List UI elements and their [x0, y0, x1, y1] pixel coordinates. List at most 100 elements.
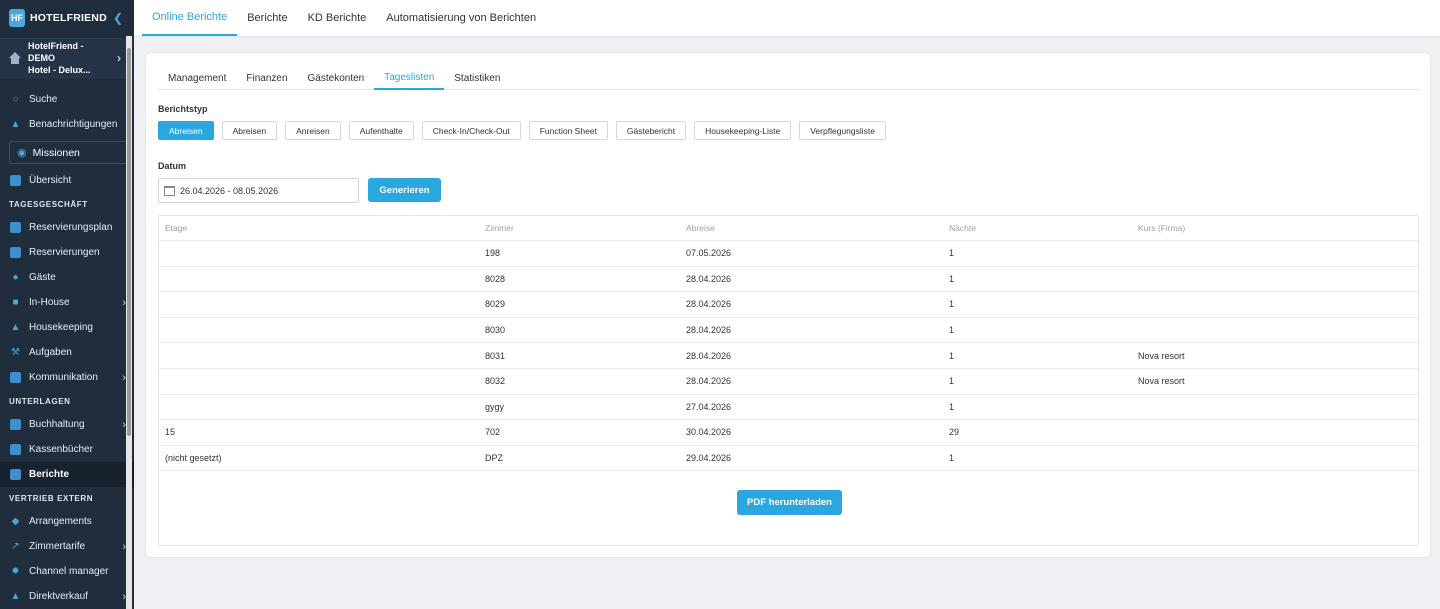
sidebar-item-label: Benachrichtigungen [29, 119, 118, 130]
cell-kurs: Nova resort [1138, 376, 1185, 387]
cell-kurs: Nova resort [1138, 350, 1185, 361]
book-icon [10, 444, 21, 455]
cell-abreise: 28.04.2026 [686, 325, 732, 336]
sidebar-item-in-house[interactable]: ■ In-House › [0, 290, 134, 315]
cell-abreise: 28.04.2026 [686, 273, 732, 284]
cell-abreise: 27.04.2026 [686, 401, 732, 412]
subtab-statistiken[interactable]: Statistiken [444, 67, 510, 90]
report-type-button[interactable]: Abreisen [221, 121, 278, 140]
cell-zimmer: 8028 [485, 273, 506, 284]
sidebar-item-buchhaltung[interactable]: Buchhaltung › [0, 412, 134, 437]
sidebar-item-notifications[interactable]: ▲ Benachrichtigungen [0, 112, 134, 137]
clipboard-icon [10, 469, 21, 480]
subtab-gaestekonten[interactable]: Gästekonten [298, 67, 375, 90]
column-header-etage[interactable]: Etage [165, 216, 187, 240]
missions-button[interactable]: ◉ Missionen [9, 141, 128, 164]
cell-etage: 15 [165, 427, 176, 438]
sidebar-item-label: Direktverkauf [29, 591, 88, 602]
cell-zimmer: 8032 [485, 376, 506, 387]
cell-zimmer: 8029 [485, 299, 506, 310]
sidebar-item-zimmertarife[interactable]: ↗ Zimmertarife › [0, 534, 134, 559]
cell-naechte: 29 [949, 427, 960, 438]
date-label: Datum [158, 161, 187, 171]
cell-naechte: 1 [949, 325, 955, 336]
report-type-label: Berichtstyp [158, 104, 208, 114]
table-row: (nicht gesetzt) DPZ 29.04.2026 1 [159, 446, 1418, 472]
sidebar-item-direktverkauf[interactable]: ▲ Direktverkauf › [0, 584, 134, 609]
sidebar: HF HOTELFRIEND ❮ HotelFriend - DEMO Hote… [0, 0, 134, 609]
broom-icon: ▲ [10, 322, 21, 333]
table-row: 8029 28.04.2026 1 [159, 292, 1418, 318]
section-title-unterlagen: UNTERLAGEN [9, 396, 71, 406]
report-card: Management Finanzen Gästekonten Tageslis… [145, 52, 1431, 558]
subtab-finanzen[interactable]: Finanzen [236, 67, 297, 90]
sidebar-item-label: Kassenbücher [29, 444, 93, 455]
sidebar-item-kassenbuecher[interactable]: Kassenbücher [0, 437, 134, 462]
sidebar-item-kommunikation[interactable]: Kommunikation › [0, 365, 134, 390]
calendar-grid-icon [10, 222, 21, 233]
date-range-input[interactable]: 26.04.2026 - 08.05.2026 [158, 178, 359, 203]
tab-automatisierung[interactable]: Automatisierung von Berichten [376, 0, 546, 36]
document-icon [10, 247, 21, 258]
cell-zimmer: 8030 [485, 325, 506, 336]
hotel-selector[interactable]: HotelFriend - DEMO Hotel - Delux... › [0, 38, 134, 78]
cell-naechte: 1 [949, 350, 955, 361]
cell-zimmer: 702 [485, 427, 501, 438]
pdf-download-button[interactable]: PDF herunterladen [737, 490, 842, 515]
suitcase-icon: ■ [12, 297, 19, 308]
report-type-button[interactable]: Check-In/Check-Out [421, 121, 521, 140]
report-type-button[interactable]: Housekeeping-Liste [694, 121, 792, 140]
chat-icon [10, 372, 21, 383]
column-header-kurs[interactable]: Kurs (Firma) [1138, 216, 1185, 240]
column-header-abreise[interactable]: Abreise [686, 216, 715, 240]
sidebar-item-reservierungsplan[interactable]: Reservierungsplan [0, 215, 134, 240]
cell-abreise: 29.04.2026 [686, 453, 732, 464]
tab-online-berichte[interactable]: Online Berichte [142, 0, 238, 36]
report-type-button[interactable]: Function Sheet [528, 121, 608, 140]
tab-kd-berichte[interactable]: KD Berichte [298, 0, 377, 36]
hotel-name-line2: Hotel - Delux... [28, 65, 91, 75]
table-row: 8028 28.04.2026 1 [159, 267, 1418, 293]
search-icon: ○ [12, 94, 19, 105]
cell-naechte: 1 [949, 401, 955, 412]
tab-berichte[interactable]: Berichte [237, 0, 297, 36]
sidebar-item-housekeeping[interactable]: ▲ Housekeeping [0, 315, 134, 340]
sidebar-item-arrangements[interactable]: ◆ Arrangements [0, 509, 134, 534]
mission-icon: ◉ [17, 147, 27, 159]
sidebar-item-gaeste[interactable]: ● Gäste [0, 265, 134, 290]
sidebar-item-channel-manager[interactable]: ✹ Channel manager [0, 559, 134, 584]
generate-button[interactable]: Generieren [368, 178, 441, 202]
column-header-zimmer[interactable]: Zimmer [485, 216, 514, 240]
dashboard-icon [10, 175, 21, 186]
calendar-icon [164, 185, 175, 196]
date-range-value: 26.04.2026 - 08.05.2026 [180, 185, 279, 196]
sidebar-scrollbar-thumb[interactable] [127, 48, 131, 436]
sidebar-item-label: Buchhaltung [29, 419, 85, 430]
sidebar-item-reservierungen[interactable]: Reservierungen [0, 240, 134, 265]
bell-icon: ▲ [10, 119, 21, 130]
report-type-button[interactable]: Aufenthalte [348, 121, 414, 140]
sidebar-item-label: Housekeeping [29, 322, 93, 333]
subtab-management[interactable]: Management [158, 67, 236, 90]
subtab-tageslisten[interactable]: Tageslisten [374, 67, 445, 90]
report-type-button[interactable]: Anreisen [285, 121, 341, 140]
sidebar-item-label: Reservierungsplan [29, 222, 113, 233]
report-type-buttons: Abreisen Abreisen Anreisen Aufenthalte C… [158, 121, 886, 140]
sidebar-item-aufgaben[interactable]: ⚒ Aufgaben [0, 340, 134, 365]
column-header-naechte[interactable]: Nächte [949, 216, 976, 240]
top-tabs: Online Berichte Berichte KD Berichte Aut… [134, 0, 1440, 37]
sidebar-item-overview[interactable]: Übersicht [0, 168, 134, 193]
report-type-button[interactable]: Gästebericht [615, 121, 687, 140]
sidebar-item-label: Aufgaben [29, 347, 72, 358]
report-type-button[interactable]: Abreisen [158, 121, 214, 140]
trophy-icon: ▲ [10, 591, 21, 602]
chevron-left-icon[interactable]: ❮ [113, 11, 123, 25]
sidebar-item-berichte[interactable]: Berichte [0, 462, 134, 487]
sidebar-item-label: Gäste [29, 272, 56, 283]
cell-abreise: 07.05.2026 [686, 248, 732, 259]
report-type-button[interactable]: Verpflegungsliste [799, 121, 886, 140]
sidebar-item-search[interactable]: ○ Suche [0, 87, 134, 112]
table-row: 8031 28.04.2026 1 Nova resort [159, 343, 1418, 369]
sidebar-item-label: Übersicht [29, 175, 72, 186]
chevron-right-icon: › [117, 51, 121, 65]
